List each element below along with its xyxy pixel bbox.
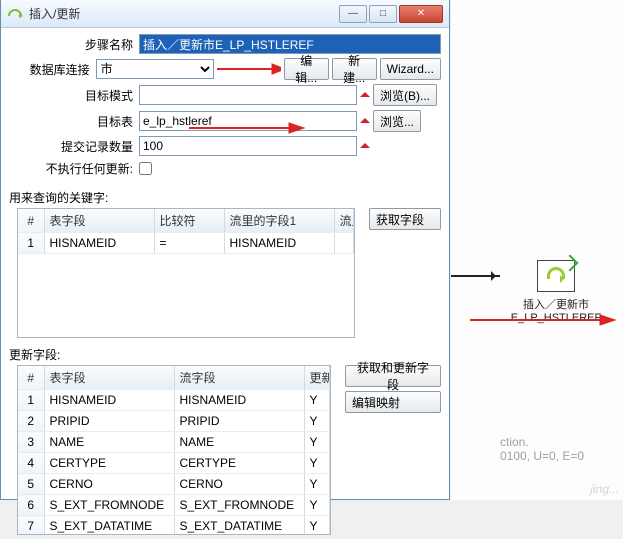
window-title: 插入/更新 [29,5,339,22]
col-field[interactable]: 表字段 [44,366,174,390]
titlebar[interactable]: 插入/更新 — □ ✕ [1,0,449,28]
col-num[interactable]: # [18,366,44,390]
no-update-checkbox[interactable] [139,162,152,175]
maximize-button[interactable]: □ [369,5,397,23]
col-comp[interactable]: 比较符 [154,209,224,233]
edit-mapping-button[interactable]: 编辑映射 [345,391,441,413]
schema-label: 目标模式 [9,87,139,104]
watermark: jing... [590,482,619,496]
hop-line [451,275,500,277]
col-stream[interactable]: 流字段 [174,366,304,390]
var-icon [360,113,370,123]
get-fields-button[interactable]: 获取字段 [369,208,441,230]
wizard-button[interactable]: Wizard... [380,58,441,80]
col-upd[interactable]: 更新 [304,366,330,390]
annotation-arrow-2-icon [189,120,309,136]
schema-input[interactable] [139,85,357,105]
table-row[interactable]: 4CERTYPECERTYPEY [18,453,330,474]
col-num[interactable]: # [18,209,44,233]
commit-input[interactable] [139,136,357,156]
design-canvas[interactable] [451,0,623,500]
table-row[interactable]: 2PRIPIDPRIPIDY [18,411,330,432]
var-icon [360,138,370,148]
insert-update-icon [537,260,575,292]
annotation-arrow-3-icon [470,310,620,330]
table-row[interactable]: 5CERNOCERNOY [18,474,330,495]
browse-table-button[interactable]: 浏览... [373,110,421,132]
minimize-button[interactable]: — [339,5,367,23]
col-sf1[interactable]: 流里的字段1 [224,209,334,233]
table-row[interactable]: 7S_EXT_DATATIMES_EXT_DATATIMEY [18,516,330,536]
get-update-fields-button[interactable]: 获取和更新字段 [345,365,441,387]
edit-conn-button[interactable]: 编辑... [284,58,329,80]
col-field[interactable]: 表字段 [44,209,154,233]
app-icon [7,6,23,22]
col-sf2[interactable]: 流里的 [334,209,354,233]
no-update-label: 不执行任何更新: [9,160,139,177]
log-text: ction.0100, U=0, E=0 [500,435,584,463]
keys-table[interactable]: # 表字段 比较符 流里的字段1 流里的 1HISNAMEID=HISNAMEI… [17,208,355,338]
table-label: 目标表 [9,113,139,130]
step-name-label: 步骤名称 [9,36,139,53]
annotation-arrow-1-icon [217,62,281,76]
close-button[interactable]: ✕ [399,5,443,23]
table-row[interactable]: 1HISNAMEID=HISNAMEID [18,233,354,254]
commit-label: 提交记录数量 [9,138,139,155]
dialog-insert-update: 插入/更新 — □ ✕ 步骤名称 数据库连接 市 编辑... 新建... Wiz… [0,0,450,500]
db-conn-label: 数据库连接 [9,61,96,78]
var-icon [360,87,370,97]
update-table[interactable]: # 表字段 流字段 更新 1HISNAMEIDHISNAMEIDY2PRIPID… [17,365,331,535]
browse-schema-button[interactable]: 浏览(B)... [373,84,437,106]
keys-section-label: 用来查询的关键字: [1,185,449,208]
new-conn-button[interactable]: 新建... [332,58,377,80]
table-row[interactable]: 3NAMENAMEY [18,432,330,453]
table-row[interactable]: 6S_EXT_FROMNODES_EXT_FROMNODEY [18,495,330,516]
step-name-input[interactable] [139,34,441,54]
table-row[interactable]: 1HISNAMEIDHISNAMEIDY [18,390,330,411]
db-conn-select[interactable]: 市 [96,59,214,79]
